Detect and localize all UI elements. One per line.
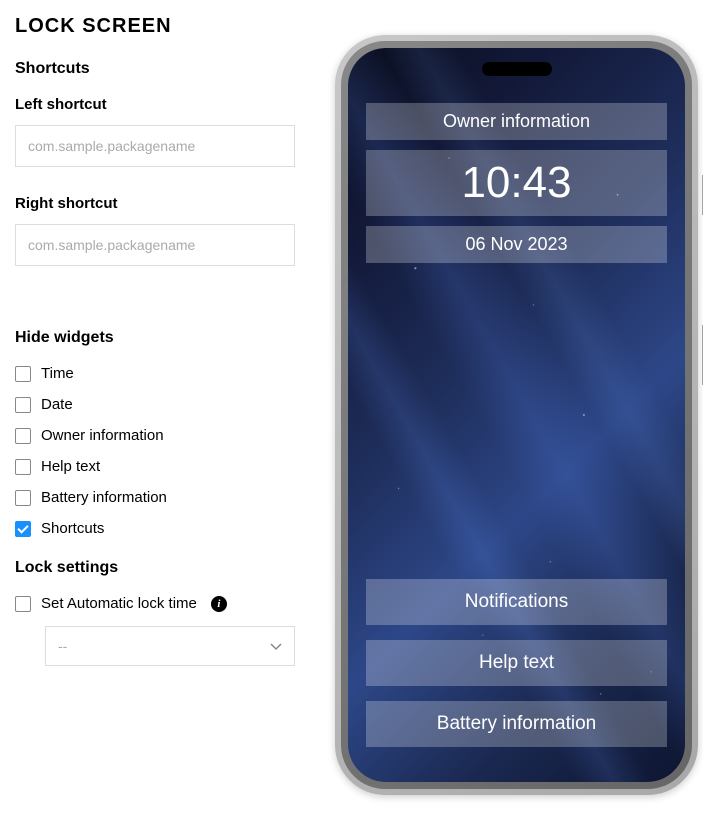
checkbox-row-auto-lock: Set Automatic lock time i <box>15 595 310 612</box>
chevron-down-icon <box>270 638 282 654</box>
phone-notch <box>482 62 552 76</box>
checkbox-row-date: Date <box>15 396 310 413</box>
shortcuts-heading: Shortcuts <box>15 60 310 78</box>
page-title: LOCK SCREEN <box>15 15 310 38</box>
checkbox-row-help-text: Help text <box>15 458 310 475</box>
checkbox-shortcuts[interactable] <box>15 521 31 537</box>
checkbox-label: Help text <box>41 458 100 475</box>
right-shortcut-label: Right shortcut <box>15 195 310 212</box>
widget-owner-info: Owner information <box>366 103 667 140</box>
checkbox-time[interactable] <box>15 366 31 382</box>
checkbox-label: Date <box>41 396 73 413</box>
select-value: -- <box>58 638 67 654</box>
widget-notifications: Notifications <box>366 579 667 625</box>
widget-date: 06 Nov 2023 <box>366 226 667 263</box>
widget-help-text: Help text <box>366 640 667 686</box>
checkbox-row-battery-info: Battery information <box>15 489 310 506</box>
hide-widgets-heading: Hide widgets <box>15 329 310 347</box>
checkbox-battery-info[interactable] <box>15 490 31 506</box>
info-icon[interactable]: i <box>211 596 227 612</box>
checkbox-row-time: Time <box>15 365 310 382</box>
lock-settings-heading: Lock settings <box>15 559 310 577</box>
checkbox-auto-lock[interactable] <box>15 596 31 612</box>
checkbox-label: Time <box>41 365 74 382</box>
widget-battery-info: Battery information <box>366 701 667 747</box>
phone-screen: Owner information 10:43 06 Nov 2023 Noti… <box>348 48 685 782</box>
right-shortcut-input[interactable] <box>15 224 295 266</box>
checkbox-label: Owner information <box>41 427 164 444</box>
auto-lock-time-select[interactable]: -- <box>45 626 295 666</box>
checkbox-date[interactable] <box>15 397 31 413</box>
checkbox-row-shortcuts: Shortcuts <box>15 520 310 537</box>
checkbox-row-owner-info: Owner information <box>15 427 310 444</box>
left-shortcut-label: Left shortcut <box>15 96 310 113</box>
widget-time: 10:43 <box>366 150 667 216</box>
checkbox-help-text[interactable] <box>15 459 31 475</box>
checkbox-label: Battery information <box>41 489 167 506</box>
checkbox-owner-info[interactable] <box>15 428 31 444</box>
settings-panel: LOCK SCREEN Shortcuts Left shortcut Righ… <box>15 15 310 795</box>
left-shortcut-input[interactable] <box>15 125 295 167</box>
checkbox-label: Set Automatic lock time <box>41 595 197 612</box>
checkbox-label: Shortcuts <box>41 520 104 537</box>
phone-preview: Owner information 10:43 06 Nov 2023 Noti… <box>335 15 703 795</box>
phone-frame: Owner information 10:43 06 Nov 2023 Noti… <box>335 35 698 795</box>
